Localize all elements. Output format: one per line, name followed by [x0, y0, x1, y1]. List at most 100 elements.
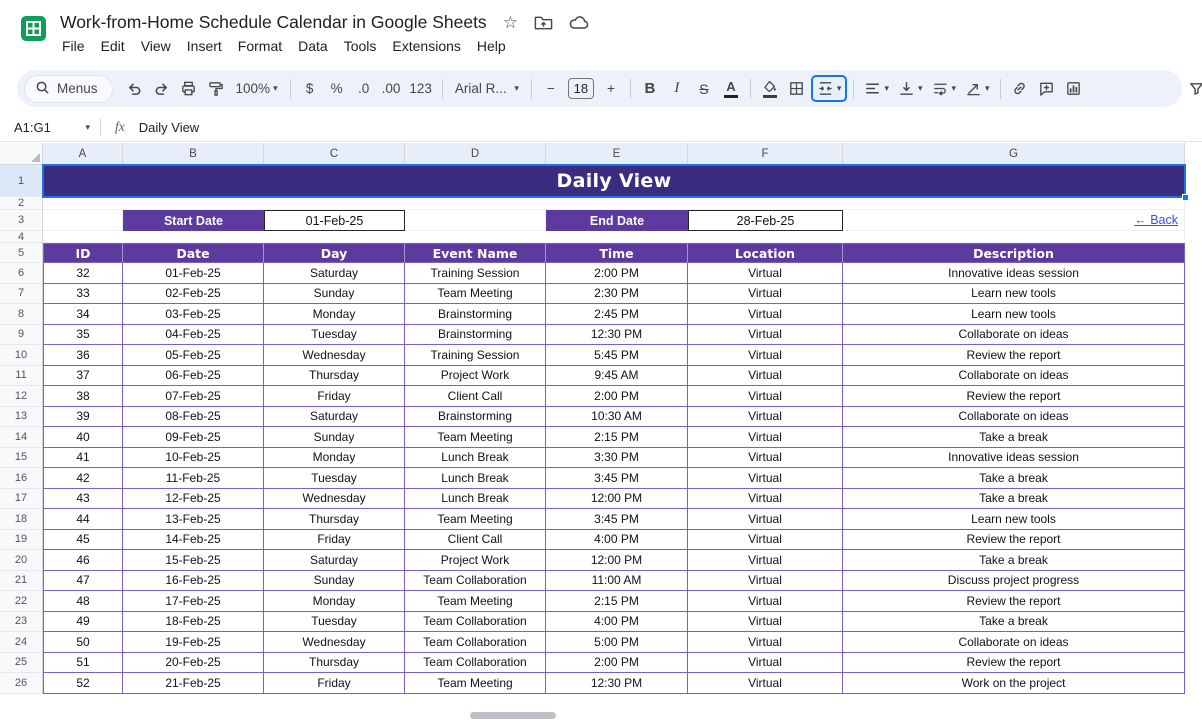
cell-F20[interactable]: Virtual	[688, 550, 843, 571]
select-all-button[interactable]	[0, 143, 43, 165]
cell-D7[interactable]: Team Meeting	[405, 283, 546, 304]
row-header-14[interactable]: 14	[0, 427, 43, 448]
merge-cells-button[interactable]: ▾	[810, 75, 848, 102]
cell-C26[interactable]: Friday	[264, 673, 405, 694]
row-header-3[interactable]: 3	[0, 210, 43, 231]
cell-E22[interactable]: 2:15 PM	[546, 591, 688, 612]
row-header-12[interactable]: 12	[0, 386, 43, 407]
cell-F8[interactable]: Virtual	[688, 304, 843, 325]
print-button[interactable]	[176, 76, 202, 102]
cell-G24[interactable]: Collaborate on ideas	[843, 632, 1185, 653]
row-header-25[interactable]: 25	[0, 652, 43, 673]
column-header-event-name[interactable]: Event Name	[405, 243, 546, 263]
cell-B24[interactable]: 19-Feb-25	[123, 632, 264, 653]
cell-F6[interactable]: Virtual	[688, 263, 843, 284]
cell-C19[interactable]: Friday	[264, 529, 405, 550]
cell-C24[interactable]: Wednesday	[264, 632, 405, 653]
cell-C23[interactable]: Tuesday	[264, 611, 405, 632]
empty-cells-row-2[interactable]	[43, 197, 1185, 210]
cell-B15[interactable]: 10-Feb-25	[123, 447, 264, 468]
cell-G14[interactable]: Take a break	[843, 427, 1185, 448]
cell-A26[interactable]: 52	[43, 673, 123, 694]
row-header-18[interactable]: 18	[0, 509, 43, 530]
cell-D15[interactable]: Lunch Break	[405, 447, 546, 468]
cell-A22[interactable]: 48	[43, 591, 123, 612]
increase-font-size-button[interactable]: +	[598, 76, 624, 102]
cell-B9[interactable]: 04-Feb-25	[123, 324, 264, 345]
cell-C25[interactable]: Thursday	[264, 652, 405, 673]
row-header-11[interactable]: 11	[0, 365, 43, 386]
cell-D20[interactable]: Project Work	[405, 550, 546, 571]
cell-A21[interactable]: 47	[43, 570, 123, 591]
cell-D14[interactable]: Team Meeting	[405, 427, 546, 448]
cell-F16[interactable]: Virtual	[688, 468, 843, 489]
cell-F26[interactable]: Virtual	[688, 673, 843, 694]
cell-A24[interactable]: 50	[43, 632, 123, 653]
move-folder-icon[interactable]	[534, 15, 553, 31]
menu-item-view[interactable]: View	[133, 37, 179, 55]
insert-chart-button[interactable]	[1061, 76, 1087, 102]
cell-G10[interactable]: Review the report	[843, 345, 1185, 366]
cell-G9[interactable]: Collaborate on ideas	[843, 324, 1185, 345]
column-header-time[interactable]: Time	[546, 243, 688, 263]
row-header-5[interactable]: 5	[0, 243, 43, 263]
cell-D22[interactable]: Team Meeting	[405, 591, 546, 612]
cell-A16[interactable]: 42	[43, 468, 123, 489]
fill-color-button[interactable]	[757, 76, 783, 102]
sheets-logo-icon[interactable]	[20, 15, 47, 47]
vertical-align-button[interactable]: ▾	[894, 76, 927, 102]
cell-F13[interactable]: Virtual	[688, 406, 843, 427]
insert-comment-button[interactable]	[1034, 76, 1060, 102]
formula-input[interactable]: Daily View	[139, 120, 1202, 135]
cell-G6[interactable]: Innovative ideas session	[843, 263, 1185, 284]
row-header-8[interactable]: 8	[0, 304, 43, 325]
menu-item-file[interactable]: File	[60, 37, 93, 55]
cell-E14[interactable]: 2:15 PM	[546, 427, 688, 448]
cell-A18[interactable]: 44	[43, 509, 123, 530]
cell-A23[interactable]: 49	[43, 611, 123, 632]
cell-E12[interactable]: 2:00 PM	[546, 386, 688, 407]
row-header-13[interactable]: 13	[0, 406, 43, 427]
document-title[interactable]: Work-from-Home Schedule Calendar in Goog…	[60, 12, 487, 33]
redo-button[interactable]	[149, 76, 175, 102]
cell-D13[interactable]: Brainstorming	[405, 406, 546, 427]
cell-G17[interactable]: Take a break	[843, 488, 1185, 509]
cell-B23[interactable]: 18-Feb-25	[123, 611, 264, 632]
cell-C17[interactable]: Wednesday	[264, 488, 405, 509]
daily-view-title-cell[interactable]: Daily View	[42, 164, 1189, 201]
cell-F21[interactable]: Virtual	[688, 570, 843, 591]
cell-A3[interactable]	[43, 210, 123, 231]
row-header-4[interactable]: 4	[0, 231, 43, 243]
cell-B16[interactable]: 11-Feb-25	[123, 468, 264, 489]
cell-A17[interactable]: 43	[43, 488, 123, 509]
cell-F12[interactable]: Virtual	[688, 386, 843, 407]
row-header-24[interactable]: 24	[0, 632, 43, 653]
menu-item-data[interactable]: Data	[290, 37, 336, 55]
cell-G22[interactable]: Review the report	[843, 591, 1185, 612]
column-header-id[interactable]: ID	[43, 243, 123, 263]
bold-button[interactable]: B	[637, 76, 663, 102]
cell-C11[interactable]: Thursday	[264, 365, 405, 386]
cell-A8[interactable]: 34	[43, 304, 123, 325]
cell-F14[interactable]: Virtual	[688, 427, 843, 448]
italic-button[interactable]: I	[664, 76, 690, 102]
menu-item-insert[interactable]: Insert	[179, 37, 230, 55]
cell-C15[interactable]: Monday	[264, 447, 405, 468]
cell-D21[interactable]: Team Collaboration	[405, 570, 546, 591]
cell-B7[interactable]: 02-Feb-25	[123, 283, 264, 304]
cell-G26[interactable]: Work on the project	[843, 673, 1185, 694]
cell-A15[interactable]: 41	[43, 447, 123, 468]
cell-D3[interactable]	[405, 210, 546, 231]
cell-G19[interactable]: Review the report	[843, 529, 1185, 550]
menu-item-help[interactable]: Help	[469, 37, 514, 55]
cell-D10[interactable]: Training Session	[405, 345, 546, 366]
row-header-16[interactable]: 16	[0, 468, 43, 489]
column-header-A[interactable]: A	[43, 143, 123, 165]
cell-E8[interactable]: 2:45 PM	[546, 304, 688, 325]
cell-D8[interactable]: Brainstorming	[405, 304, 546, 325]
menu-item-tools[interactable]: Tools	[336, 37, 385, 55]
cell-G18[interactable]: Learn new tools	[843, 509, 1185, 530]
cell-C18[interactable]: Thursday	[264, 509, 405, 530]
cell-B17[interactable]: 12-Feb-25	[123, 488, 264, 509]
cell-E6[interactable]: 2:00 PM	[546, 263, 688, 284]
